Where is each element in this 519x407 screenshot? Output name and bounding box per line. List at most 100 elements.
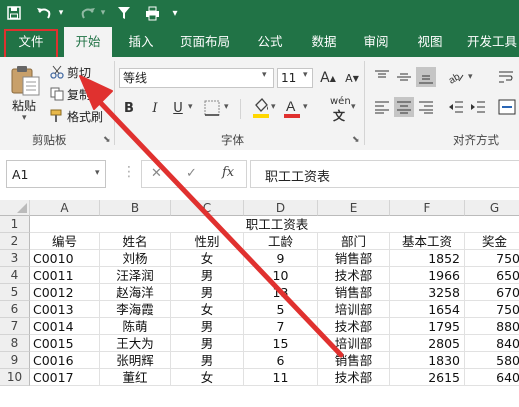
- row-header[interactable]: 9: [0, 352, 30, 369]
- table-cell[interactable]: 6: [244, 352, 318, 369]
- tab-home[interactable]: 开始: [64, 27, 112, 57]
- table-cell[interactable]: 1654: [390, 301, 465, 318]
- cancel-icon[interactable]: ✕: [151, 166, 162, 181]
- orientation-icon[interactable]: ab: [446, 67, 466, 87]
- table-header-cell[interactable]: 编号: [30, 233, 100, 250]
- table-header-cell[interactable]: 性别: [171, 233, 244, 250]
- row-header[interactable]: 2: [0, 233, 30, 250]
- column-header[interactable]: E: [318, 200, 390, 216]
- table-cell[interactable]: 王大为: [100, 335, 171, 352]
- row-header[interactable]: 3: [0, 250, 30, 267]
- table-cell[interactable]: 640: [465, 369, 519, 386]
- redo-dropdown-icon[interactable]: ▾: [98, 3, 108, 23]
- tab-review[interactable]: 审阅: [354, 27, 398, 57]
- table-cell[interactable]: 10: [244, 267, 318, 284]
- table-cell[interactable]: 汪泽润: [100, 267, 171, 284]
- table-cell[interactable]: 培训部: [318, 301, 390, 318]
- table-cell[interactable]: 2805: [390, 335, 465, 352]
- print-icon[interactable]: [142, 3, 162, 23]
- table-cell[interactable]: C0011: [30, 267, 100, 284]
- table-cell[interactable]: 1830: [390, 352, 465, 369]
- table-cell[interactable]: 女: [171, 369, 244, 386]
- tab-data[interactable]: 数据: [302, 27, 346, 57]
- table-cell[interactable]: 2615: [390, 369, 465, 386]
- table-header-cell[interactable]: 奖金: [465, 233, 519, 250]
- row-header[interactable]: 7: [0, 318, 30, 335]
- column-header[interactable]: D: [244, 200, 318, 216]
- align-bottom-icon[interactable]: [416, 67, 436, 87]
- table-cell[interactable]: 销售部: [318, 352, 390, 369]
- table-header-cell[interactable]: 基本工资: [390, 233, 465, 250]
- table-cell[interactable]: 董红: [100, 369, 171, 386]
- borders-dropdown-icon[interactable]: ▾: [224, 102, 229, 112]
- copy-button[interactable]: 复制: [67, 86, 91, 103]
- table-header-cell[interactable]: 部门: [318, 233, 390, 250]
- row-header[interactable]: 8: [0, 335, 30, 352]
- table-cell[interactable]: C0010: [30, 250, 100, 267]
- table-cell[interactable]: 培训部: [318, 335, 390, 352]
- align-left-icon[interactable]: [372, 97, 392, 117]
- table-cell[interactable]: 技术部: [318, 369, 390, 386]
- underline-dropdown-icon[interactable]: ▾: [188, 102, 193, 112]
- font-color-icon[interactable]: A: [283, 97, 301, 119]
- italic-button[interactable]: I: [145, 98, 165, 118]
- table-cell[interactable]: C0015: [30, 335, 100, 352]
- table-cell[interactable]: C0016: [30, 352, 100, 369]
- table-cell[interactable]: 李海霞: [100, 301, 171, 318]
- tab-formulas[interactable]: 公式: [248, 27, 292, 57]
- table-cell[interactable]: 9: [244, 250, 318, 267]
- align-middle-icon[interactable]: [394, 67, 414, 87]
- align-center-icon[interactable]: [394, 97, 414, 117]
- name-box-dropdown-icon[interactable]: ▾: [95, 168, 100, 178]
- table-cell[interactable]: 7: [244, 318, 318, 335]
- name-box[interactable]: A1 ▾: [6, 160, 106, 188]
- format-painter-icon[interactable]: [50, 109, 64, 123]
- clipboard-launcher-icon[interactable]: ⬊: [103, 135, 111, 145]
- table-header-cell[interactable]: 姓名: [100, 233, 171, 250]
- shrink-font-button[interactable]: A ▼: [342, 68, 362, 88]
- fill-color-icon[interactable]: [252, 97, 270, 119]
- redo-icon[interactable]: [78, 3, 98, 23]
- align-top-icon[interactable]: [372, 67, 392, 87]
- table-cell[interactable]: 男: [171, 267, 244, 284]
- increase-indent-icon[interactable]: [468, 97, 488, 117]
- table-cell[interactable]: C0012: [30, 284, 100, 301]
- undo-icon[interactable]: [34, 3, 54, 23]
- table-cell[interactable]: C0017: [30, 369, 100, 386]
- table-cell[interactable]: 技术部: [318, 267, 390, 284]
- table-cell[interactable]: 15: [244, 335, 318, 352]
- table-cell[interactable]: 3258: [390, 284, 465, 301]
- column-header[interactable]: B: [100, 200, 171, 216]
- fill-color-dropdown-icon[interactable]: ▾: [271, 102, 276, 112]
- column-header[interactable]: A: [30, 200, 100, 216]
- table-cell[interactable]: 1966: [390, 267, 465, 284]
- table-cell[interactable]: 11: [244, 369, 318, 386]
- font-size-dropdown-icon[interactable]: ▾: [303, 70, 308, 80]
- font-name-dropdown-icon[interactable]: ▾: [262, 70, 267, 80]
- merge-center-icon[interactable]: [497, 97, 517, 117]
- customize-toolbar-icon[interactable]: ▾: [168, 3, 182, 23]
- sheet-title-cell[interactable]: 职工工资表: [30, 216, 519, 233]
- font-launcher-icon[interactable]: ⬊: [352, 135, 360, 145]
- table-cell[interactable]: C0014: [30, 318, 100, 335]
- table-cell[interactable]: 5: [244, 301, 318, 318]
- table-cell[interactable]: 1795: [390, 318, 465, 335]
- bold-button[interactable]: B: [119, 98, 139, 118]
- table-cell[interactable]: 男: [171, 335, 244, 352]
- font-color-dropdown-icon[interactable]: ▾: [303, 102, 308, 112]
- tab-page-layout[interactable]: 页面布局: [172, 27, 238, 57]
- phonetic-dropdown-icon[interactable]: ▾: [351, 102, 356, 112]
- table-cell[interactable]: 男: [171, 318, 244, 335]
- font-name-combo[interactable]: 等线: [119, 68, 274, 88]
- tab-developer[interactable]: 开发工具: [462, 27, 519, 57]
- worksheet-grid[interactable]: A B C D E F G 1 2 3 4 5 6 7 8 9 10 职工工资表 编号 姓名 性别 工龄 部门 基本工资 奖金 C…: [0, 200, 519, 407]
- align-right-icon[interactable]: [416, 97, 436, 117]
- row-header[interactable]: 1: [0, 216, 30, 233]
- table-cell[interactable]: 13: [244, 284, 318, 301]
- table-cell[interactable]: 刘杨: [100, 250, 171, 267]
- row-header[interactable]: 6: [0, 301, 30, 318]
- table-cell[interactable]: 880: [465, 318, 519, 335]
- table-cell[interactable]: 陈萌: [100, 318, 171, 335]
- copy-icon[interactable]: [50, 87, 64, 101]
- decrease-indent-icon[interactable]: [446, 97, 466, 117]
